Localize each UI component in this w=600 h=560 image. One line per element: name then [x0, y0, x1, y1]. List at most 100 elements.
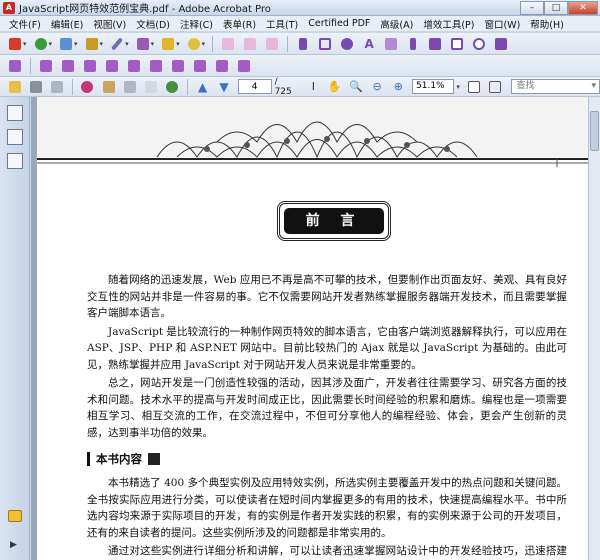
edit-tool-4-button[interactable]: [81, 58, 99, 74]
open-button[interactable]: [6, 79, 23, 95]
chevron-down-icon[interactable]: ▾: [74, 40, 78, 48]
mail-icon: [145, 80, 158, 93]
signatures-panel-icon[interactable]: [6, 153, 23, 169]
find-input[interactable]: 查找 ▾: [511, 79, 600, 94]
chevron-down-icon[interactable]: ▾: [202, 40, 206, 48]
previous-page-button[interactable]: ▲: [194, 79, 211, 95]
rotate-left-button[interactable]: [219, 36, 237, 52]
comments-panel-icon[interactable]: [8, 510, 22, 522]
chevron-down-icon[interactable]: ▾: [456, 83, 460, 91]
chevron-down-icon[interactable]: ▾: [100, 40, 104, 48]
email-button[interactable]: [49, 79, 66, 95]
find-dropdown-icon[interactable]: ▾: [592, 80, 597, 93]
menu-tools[interactable]: 工具(T): [261, 17, 303, 31]
next-page-button[interactable]: ▼: [215, 79, 232, 95]
pushpin-tool-button[interactable]: [404, 36, 422, 52]
edit-tool-3-button[interactable]: [59, 58, 77, 74]
combine-files-button[interactable]: [32, 36, 50, 52]
menu-forms[interactable]: 表单(R): [218, 17, 261, 31]
print-button[interactable]: [27, 79, 44, 95]
hand-tool-button[interactable]: ✋: [326, 79, 343, 95]
fit-width-icon: [488, 80, 501, 93]
export-button[interactable]: [57, 36, 75, 52]
typewriter-button[interactable]: [263, 36, 281, 52]
menu-plugins[interactable]: 增效工具(P): [418, 17, 479, 31]
disk-icon: [123, 80, 136, 93]
pdf-page: 前 言 随着网络的迅速发展，Web 应用已不再是高不可攀的技术，但要制作出页面友…: [37, 97, 588, 560]
chevron-down-icon[interactable]: ▾: [125, 40, 129, 48]
edit-tool-8-button[interactable]: [169, 58, 187, 74]
edit-tool-11-button[interactable]: [235, 58, 253, 74]
chevron-down-icon[interactable]: ▾: [176, 40, 180, 48]
attachments-panel-icon[interactable]: ▶: [10, 540, 17, 550]
multimedia-button[interactable]: [185, 36, 203, 52]
rotate-left-icon: [222, 37, 235, 50]
zoom-in-button[interactable]: ⊕: [390, 79, 407, 95]
stamp-tool-button[interactable]: [338, 36, 356, 52]
rotate-right-button[interactable]: [241, 36, 259, 52]
list-tool-button[interactable]: [492, 36, 510, 52]
menu-comments[interactable]: 注释(C): [175, 17, 218, 31]
zoom-level-field[interactable]: 51.1%: [412, 79, 455, 94]
note-tool-button[interactable]: [426, 36, 444, 52]
menu-file[interactable]: 文件(F): [4, 17, 46, 31]
fit-width-button[interactable]: [486, 79, 503, 95]
menu-edit[interactable]: 编辑(E): [46, 17, 88, 31]
page-icon: [216, 59, 228, 72]
toolbar-separator: [187, 78, 189, 95]
create-pdf-button[interactable]: [6, 36, 24, 52]
toolbar-tasks: ▾ ▾ ▾ ▾ ▾ ▾ ▾ ▾ A: [0, 33, 600, 55]
menu-document[interactable]: 文档(D): [131, 17, 175, 31]
rotate-right-icon: [244, 37, 257, 50]
sign-button[interactable]: [108, 36, 126, 52]
document-view[interactable]: 前 言 随着网络的迅速发展，Web 应用已不再是高不可攀的技术，但要制作出页面友…: [31, 97, 600, 560]
maximize-button[interactable]: □: [544, 0, 568, 15]
organizer-button[interactable]: [79, 79, 96, 95]
disk-button[interactable]: [121, 79, 138, 95]
zoom-tool-button[interactable]: 🔍: [347, 79, 364, 95]
minimize-button[interactable]: –: [520, 0, 544, 15]
rectangle-tool-button[interactable]: [316, 36, 334, 52]
find-placeholder: 查找: [516, 81, 535, 91]
page-icon: [172, 59, 184, 72]
edit-tool-1-button[interactable]: [6, 58, 24, 74]
chevron-down-icon[interactable]: ▾: [151, 40, 155, 48]
chevron-down-icon[interactable]: ▾: [49, 40, 53, 48]
web-button[interactable]: [164, 79, 181, 95]
secure-button[interactable]: [83, 36, 101, 52]
save-button[interactable]: [100, 79, 117, 95]
text-tool-button[interactable]: A: [360, 36, 378, 52]
note-icon: [429, 37, 442, 50]
edit-tool-6-button[interactable]: [125, 58, 143, 74]
bookmarks-panel-icon[interactable]: [6, 129, 23, 145]
select-tool-button[interactable]: [294, 36, 312, 52]
vertical-scrollbar[interactable]: [588, 97, 600, 560]
scrollbar-thumb[interactable]: [590, 111, 599, 151]
edit-tool-9-button[interactable]: [191, 58, 209, 74]
zoom-out-button[interactable]: ⊖: [368, 79, 385, 95]
fit-page-button[interactable]: [465, 79, 482, 95]
highlight-tool-button[interactable]: [382, 36, 400, 52]
menu-view[interactable]: 视图(V): [88, 17, 131, 31]
select-text-button[interactable]: I: [305, 79, 322, 95]
checkbox-tool-button[interactable]: [448, 36, 466, 52]
window-controls: – □ ✕: [520, 0, 598, 15]
edit-tool-10-button[interactable]: [213, 58, 231, 74]
menu-certified-pdf[interactable]: Certified PDF: [303, 18, 375, 29]
menu-window[interactable]: 窗口(W): [479, 17, 525, 31]
mail-button[interactable]: [143, 79, 160, 95]
review-button[interactable]: [159, 36, 177, 52]
edit-tool-5-button[interactable]: [103, 58, 121, 74]
close-button[interactable]: ✕: [568, 0, 598, 15]
edit-tool-2-button[interactable]: [37, 58, 55, 74]
forms-button[interactable]: [134, 36, 152, 52]
paragraph: 随着网络的迅速发展，Web 应用已不再是高不可攀的技术，但要制作出页面友好、美观…: [87, 274, 567, 319]
menu-help[interactable]: 帮助(H): [525, 17, 569, 31]
page-number-input[interactable]: [237, 79, 272, 94]
title-bar: A JavaScript网页特效范例宝典.pdf - Adobe Acrobat…: [0, 0, 600, 16]
menu-advanced[interactable]: 高级(A): [375, 17, 418, 31]
pages-panel-icon[interactable]: [6, 105, 23, 121]
edit-tool-7-button[interactable]: [147, 58, 165, 74]
radio-tool-button[interactable]: [470, 36, 488, 52]
chevron-down-icon[interactable]: ▾: [23, 40, 27, 48]
